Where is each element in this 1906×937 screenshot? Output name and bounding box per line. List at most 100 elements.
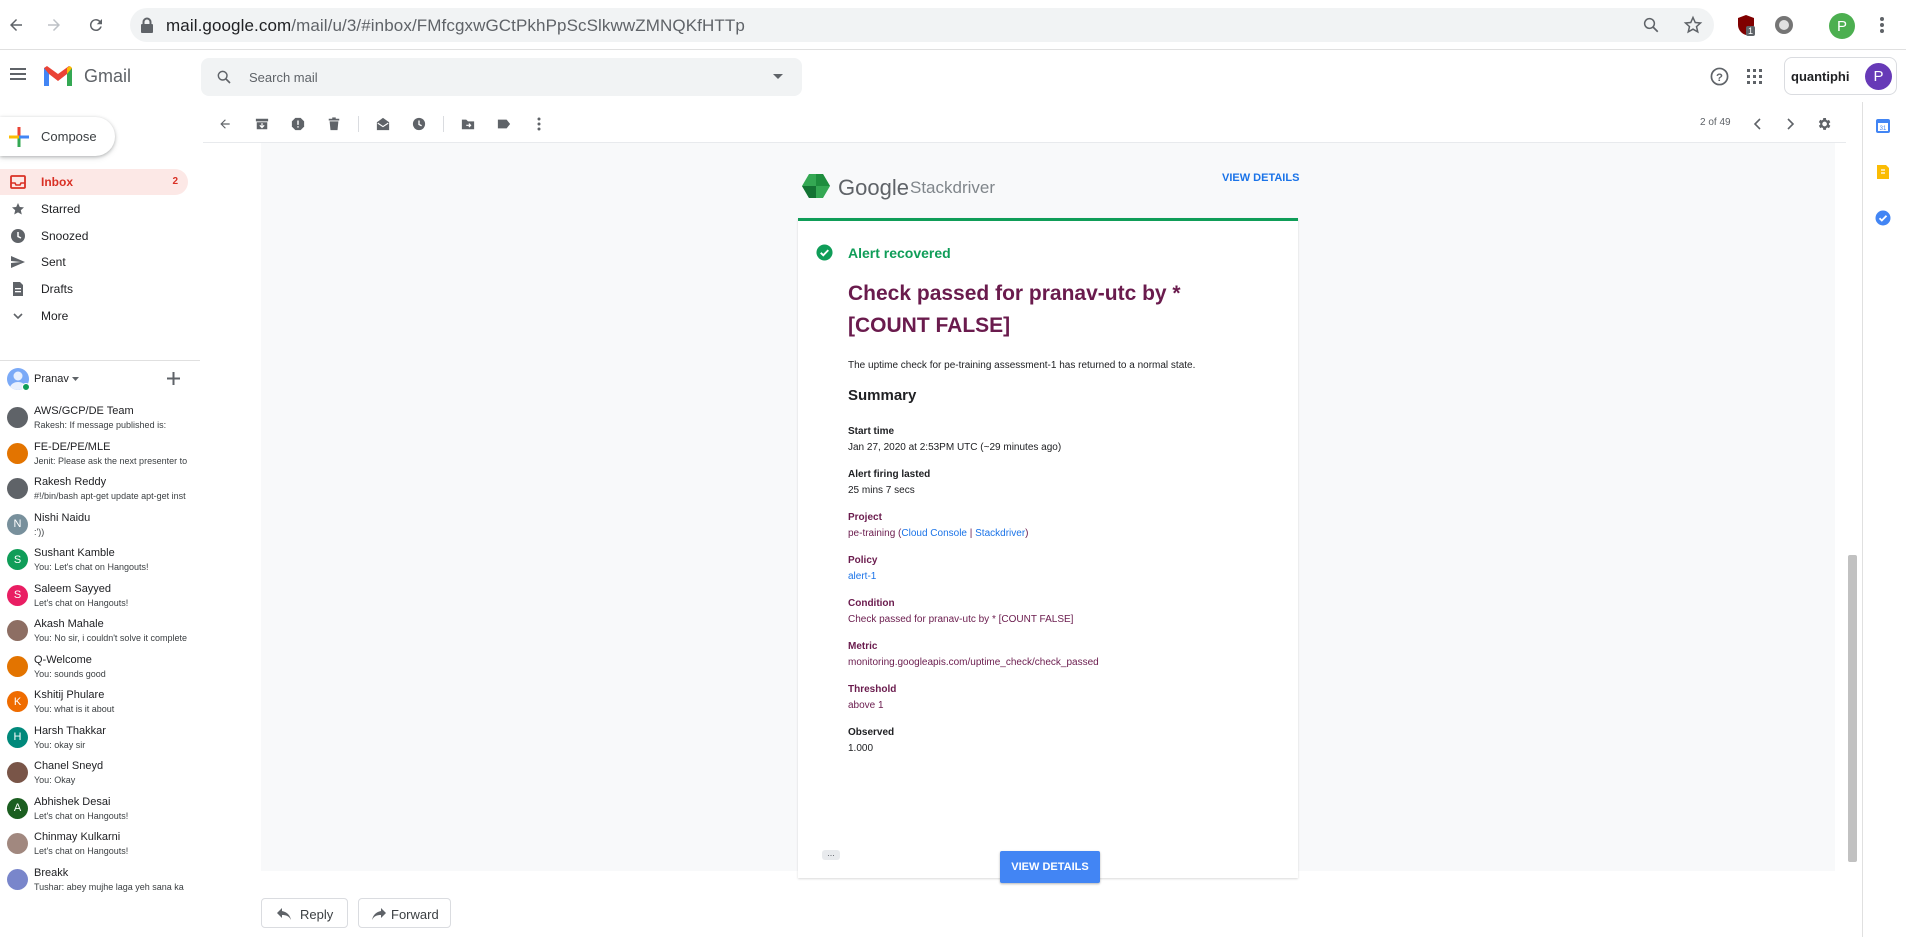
snooze-clock-icon[interactable] bbox=[410, 115, 428, 133]
settings-gear-icon[interactable] bbox=[1815, 115, 1833, 133]
forward-arrow-icon[interactable] bbox=[42, 13, 66, 37]
check-circle-icon bbox=[816, 244, 833, 261]
chat-last-message: You: Okay bbox=[34, 775, 76, 785]
chat-list-item[interactable]: S Saleem Sayyed Let's chat on Hangouts! bbox=[0, 580, 190, 615]
more-vertical-icon[interactable] bbox=[530, 115, 548, 133]
address-bar[interactable]: mail.google.com/mail/u/3/#inbox/FMfcgxwG… bbox=[130, 8, 1714, 42]
zoom-icon[interactable] bbox=[1642, 16, 1660, 34]
alert-status: Alert recovered bbox=[848, 245, 951, 261]
policy-link[interactable]: alert-1 bbox=[848, 571, 876, 582]
svg-text:?: ? bbox=[1716, 72, 1723, 84]
view-details-link-top[interactable]: VIEW DETAILS bbox=[1222, 172, 1299, 184]
sidebar-item-label: Snoozed bbox=[41, 229, 89, 243]
chat-list-item[interactable]: FE-DE/PE/MLE Jenit: Please ask the next p… bbox=[0, 438, 190, 473]
gmail-logo-icon[interactable] bbox=[42, 64, 74, 88]
chat-last-message: Rakesh: If message published is: bbox=[34, 420, 167, 430]
pager-text: 2 of 49 bbox=[1700, 117, 1731, 128]
chat-list-item[interactable]: Chanel Sneyd You: Okay bbox=[0, 757, 190, 792]
start-time-label: Start time bbox=[848, 426, 895, 437]
sidebar-item-snoozed[interactable]: Snoozed bbox=[0, 223, 188, 249]
search-options-dropdown-icon[interactable] bbox=[773, 74, 783, 80]
account-avatar[interactable]: P bbox=[1865, 63, 1892, 90]
chat-last-message: Let's chat on Hangouts! bbox=[34, 810, 129, 821]
chat-last-message: Jenit: Please ask the next presenter to bbox=[34, 455, 188, 466]
help-icon[interactable]: ? bbox=[1710, 67, 1729, 86]
delete-trash-icon[interactable] bbox=[325, 115, 343, 133]
chat-name: Chanel Sneyd bbox=[34, 760, 104, 772]
status-dropdown-icon[interactable] bbox=[72, 377, 79, 381]
chrome-profile-avatar[interactable]: P bbox=[1829, 13, 1855, 39]
paren-close: ) bbox=[1025, 528, 1029, 539]
show-trimmed-content-icon[interactable]: ... bbox=[822, 849, 840, 860]
chat-avatar bbox=[7, 868, 28, 890]
stackdriver-link[interactable]: Stackdriver bbox=[975, 528, 1025, 539]
chat-list-item[interactable]: Akash Mahale You: No sir, i couldn't solv… bbox=[0, 615, 190, 650]
inbox-icon bbox=[10, 174, 26, 190]
chrome-menu-icon[interactable] bbox=[1870, 13, 1894, 37]
observed-label: Observed bbox=[848, 727, 895, 738]
reply-button[interactable]: Reply bbox=[261, 898, 348, 928]
chat-name: Kshitij Phulare bbox=[34, 689, 105, 701]
move-to-icon[interactable] bbox=[459, 115, 477, 133]
tasks-icon[interactable] bbox=[1875, 210, 1891, 226]
chat-avatar: S bbox=[7, 584, 28, 606]
chat-last-message: #!/bin/bash apt-get update apt-get inst bbox=[34, 491, 186, 501]
project-name: pe-training bbox=[848, 528, 896, 539]
calendar-icon[interactable]: 31 bbox=[1875, 118, 1891, 134]
chat-list-item[interactable]: S Sushant Kamble You: Let's chat on Hangou… bbox=[0, 544, 190, 579]
chat-list-item[interactable]: K Kshitij Phulare You: what is it about bbox=[0, 686, 190, 721]
account-initial: P bbox=[1873, 68, 1884, 85]
back-arrow-icon[interactable] bbox=[4, 13, 28, 37]
newer-chevron-left-icon[interactable] bbox=[1748, 115, 1766, 133]
chat-list-item[interactable]: A Abhishek Desai Let's chat on Hangouts! bbox=[0, 793, 190, 828]
scrollbar-thumb[interactable] bbox=[1848, 555, 1857, 862]
reply-arrow-icon bbox=[277, 908, 291, 920]
compose-button[interactable]: Compose bbox=[0, 117, 115, 156]
chat-list-item[interactable]: AWS/GCP/DE Team Rakesh: If message publis… bbox=[0, 402, 190, 437]
hangouts-header: Pranav bbox=[0, 368, 188, 398]
chat-list-item[interactable]: Rakesh Reddy #!/bin/bash apt-get update a… bbox=[0, 473, 190, 508]
apps-grid-icon[interactable] bbox=[1747, 69, 1762, 84]
condition-value: Check passed for pranav-utc by * [COUNT … bbox=[848, 614, 1074, 625]
unread-count: 2 bbox=[172, 176, 178, 187]
main-menu-icon[interactable] bbox=[10, 67, 26, 81]
keep-notes-icon[interactable] bbox=[1875, 164, 1891, 180]
chat-list-item[interactable]: N Nishi Naidu:')) bbox=[0, 509, 190, 544]
mark-unread-icon[interactable] bbox=[374, 115, 392, 133]
bookmark-star-icon[interactable] bbox=[1683, 15, 1703, 35]
search-icon[interactable] bbox=[216, 69, 232, 85]
view-details-button[interactable]: VIEW DETAILS bbox=[1000, 851, 1100, 883]
project-value: pe-training (Cloud Console | Stackdriver… bbox=[848, 528, 1029, 539]
chat-avatar bbox=[7, 442, 28, 464]
account-switcher[interactable]: quantiphi P bbox=[1784, 57, 1897, 95]
sidebar-item-inbox[interactable]: Inbox 2 bbox=[0, 169, 188, 195]
reload-icon[interactable] bbox=[84, 13, 108, 37]
report-spam-icon[interactable] bbox=[289, 115, 307, 133]
extension-circle-icon[interactable] bbox=[1772, 13, 1796, 37]
sidebar-item-drafts[interactable]: Drafts bbox=[0, 276, 188, 302]
sidebar-item-starred[interactable]: Starred bbox=[0, 196, 188, 222]
draft-icon bbox=[10, 281, 26, 297]
search-box[interactable]: Search mail bbox=[201, 58, 802, 96]
chrome-profile-initial: P bbox=[1836, 17, 1847, 35]
chat-list-item[interactable]: H Harsh Thakkar You: okay sir bbox=[0, 722, 190, 757]
chat-name: Rakesh Reddy bbox=[34, 476, 107, 488]
chat-list-item[interactable]: Q-Welcome You: sounds good bbox=[0, 651, 190, 686]
chat-list-item[interactable]: Chinmay Kulkarni Let's chat on Hangouts! bbox=[0, 828, 190, 863]
label-tag-icon[interactable] bbox=[495, 115, 513, 133]
add-chat-plus-icon[interactable] bbox=[167, 372, 180, 385]
compose-plus-icon bbox=[9, 127, 29, 147]
link-separator: | bbox=[966, 528, 976, 539]
cloud-console-link[interactable]: Cloud Console bbox=[901, 528, 967, 539]
hangouts-username[interactable]: Pranav bbox=[34, 373, 69, 385]
firing-duration-label: Alert firing lasted bbox=[848, 469, 931, 480]
back-to-inbox-icon[interactable] bbox=[216, 115, 234, 133]
sidebar-item-more[interactable]: More bbox=[0, 303, 188, 329]
sidebar-item-sent[interactable]: Sent bbox=[0, 249, 188, 275]
extension-ublock-icon[interactable]: 1 bbox=[1734, 13, 1758, 37]
archive-icon[interactable] bbox=[253, 115, 271, 133]
forward-button[interactable]: Forward bbox=[358, 898, 451, 928]
older-chevron-right-icon[interactable] bbox=[1782, 115, 1800, 133]
chat-avatar bbox=[7, 762, 28, 783]
chat-list-item[interactable]: Breakk Tushar: abey mujhe laga yeh sana k… bbox=[0, 864, 190, 899]
